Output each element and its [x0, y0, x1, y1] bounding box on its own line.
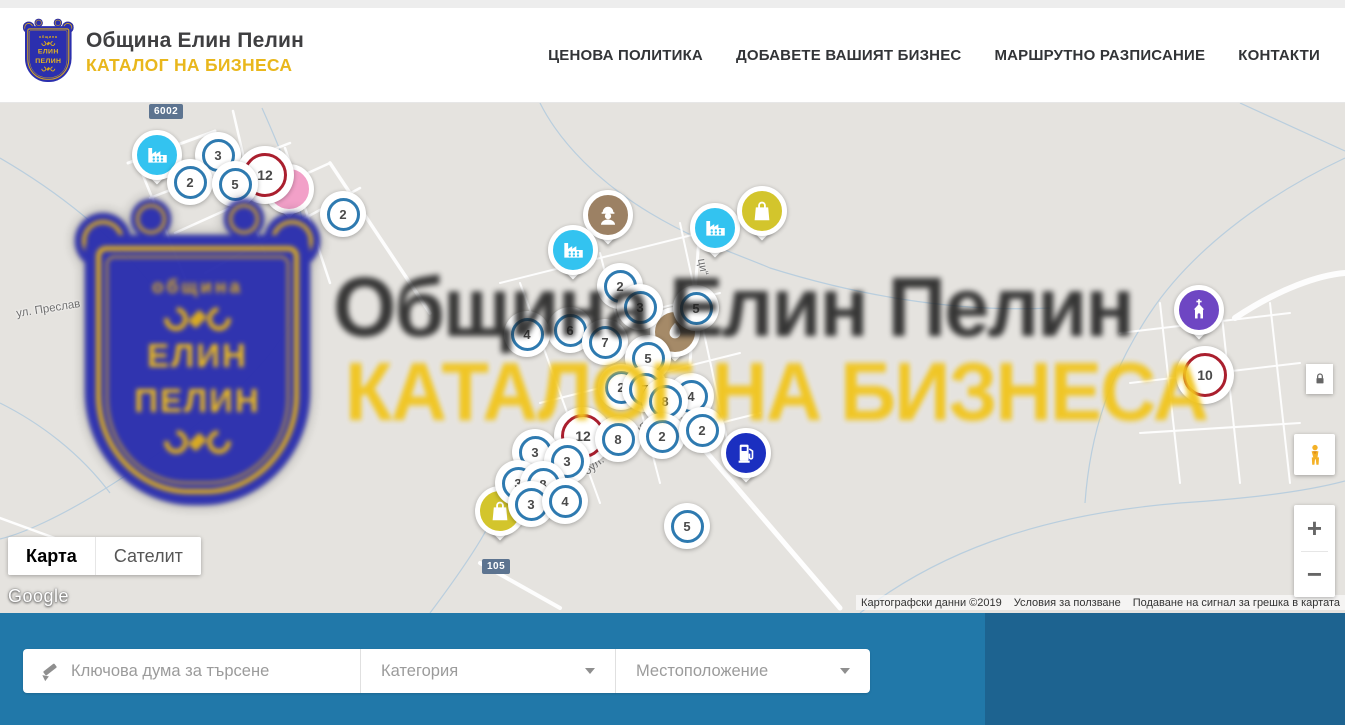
map-cluster-marker[interactable]: 10 — [1176, 346, 1234, 404]
map-pin-church[interactable] — [1172, 283, 1226, 349]
nav-item-pricing-policy[interactable]: ЦЕНОВА ПОЛИТИКА — [548, 47, 703, 64]
map-cluster-marker[interactable]: 4 — [542, 478, 588, 524]
nav-item-add-business[interactable]: ДОБАВЕТЕ ВАШИЯТ БИЗНЕС — [736, 47, 961, 64]
map-cluster-marker[interactable]: 2 — [639, 413, 685, 459]
site-logo[interactable]: община ЕЛИН ПЕЛИН Община Елин Пелин КАТА… — [25, 22, 304, 83]
map-cluster-marker[interactable]: 5 — [664, 503, 710, 549]
crest-name-line2: ПЕЛИН — [25, 56, 72, 65]
location-select[interactable]: Местоположение — [615, 649, 870, 693]
lock-icon — [1313, 371, 1327, 387]
category-select[interactable]: Категория — [360, 649, 615, 693]
map-cluster-marker[interactable]: 5 — [212, 161, 258, 207]
location-select-label: Местоположение — [636, 662, 840, 681]
zoom-in-button[interactable]: + — [1294, 505, 1335, 551]
category-select-label: Категория — [381, 662, 585, 681]
search-keyword-input[interactable] — [59, 649, 360, 693]
road-number-badge: 6002 — [149, 104, 183, 119]
search-bar-right-panel — [985, 613, 1345, 725]
page-top-strip — [0, 0, 1345, 8]
attribution-copyright: Картографски данни ©2019 — [861, 597, 1002, 609]
chevron-down-icon — [840, 668, 850, 674]
page: община ЕЛИН ПЕЛИН Община Елин Пелин КАТА… — [0, 0, 1345, 725]
lock-button[interactable] — [1306, 364, 1333, 394]
chevron-down-icon — [585, 668, 595, 674]
map-cluster-marker[interactable]: 2 — [320, 191, 366, 237]
site-subtitle: КАТАЛОГ НА БИЗНЕСА — [86, 55, 304, 76]
map-cluster-marker[interactable]: 4 — [504, 311, 550, 357]
nav-item-contacts[interactable]: КОНТАКТИ — [1238, 47, 1320, 64]
map-cluster-marker[interactable]: 7 — [582, 319, 628, 365]
zoom-out-button[interactable]: − — [1294, 552, 1335, 598]
crest-ornament — [25, 66, 72, 71]
keyword-field — [23, 649, 360, 693]
pegman-icon — [1303, 442, 1327, 468]
pencil-icon — [39, 661, 59, 681]
google-logo[interactable]: Google — [8, 586, 69, 607]
map-pin-factory[interactable] — [688, 201, 742, 267]
map-cluster-marker[interactable]: 3 — [617, 284, 663, 330]
attribution-terms-link[interactable]: Условия за ползване — [1014, 597, 1121, 609]
search-fields-group: Категория Местоположение — [23, 649, 870, 693]
attribution-report-error-link[interactable]: Подаване на сигнал за грешка в картата — [1133, 597, 1340, 609]
municipality-crest-icon: община ЕЛИН ПЕЛИН — [25, 22, 72, 83]
road-number-badge: 105 — [482, 559, 510, 574]
map-attribution: Картографски данни ©2019 Условия за полз… — [856, 595, 1345, 610]
crest-town-word: община — [25, 35, 72, 40]
zoom-control: + − — [1294, 505, 1335, 597]
site-title: Община Елин Пелин — [86, 29, 304, 53]
nav-item-route-schedule[interactable]: МАРШРУТНО РАЗПИСАНИЕ — [994, 47, 1205, 64]
header: община ЕЛИН ПЕЛИН Община Елин Пелин КАТА… — [0, 8, 1345, 103]
search-bar: Категория Местоположение — [0, 613, 1345, 725]
map-pin-factory[interactable] — [546, 223, 600, 289]
map-canvas[interactable]: ул. Преслав бул. „Новосел ци“ 6002 105 3… — [0, 103, 1345, 613]
map-cluster-marker[interactable]: 2 — [167, 159, 213, 205]
map-cluster-marker[interactable]: 8 — [595, 416, 641, 462]
street-view-pegman-button[interactable] — [1294, 434, 1335, 475]
map-type-map-button[interactable]: Карта — [8, 537, 95, 575]
map-pin-fuel[interactable] — [719, 426, 773, 492]
markers-layer: 3212522356475274812822333834510 — [0, 103, 1345, 613]
map-cluster-marker[interactable]: 5 — [673, 285, 719, 331]
crest-ornament — [25, 41, 72, 46]
map-type-satellite-button[interactable]: Сателит — [95, 537, 201, 575]
map-pin-bag[interactable] — [735, 184, 789, 250]
main-nav: ЦЕНОВА ПОЛИТИКА ДОБАВЕТЕ ВАШИЯТ БИЗНЕС М… — [548, 8, 1320, 103]
crest-name-line1: ЕЛИН — [25, 47, 72, 56]
map-type-control: Карта Сателит — [8, 537, 201, 575]
map-cluster-marker[interactable]: 2 — [679, 407, 725, 453]
